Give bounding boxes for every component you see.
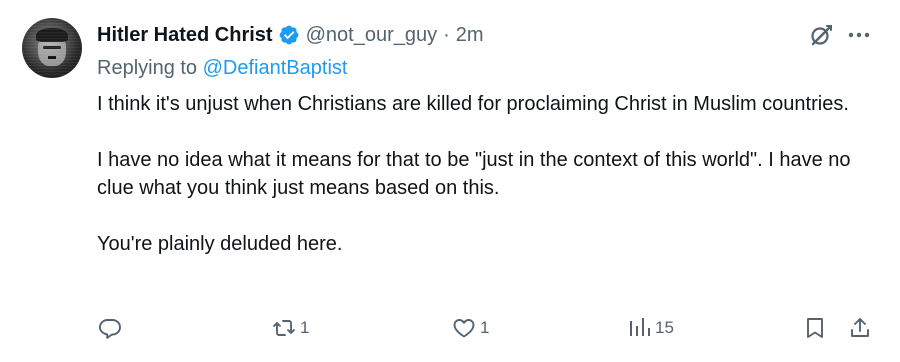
timestamp[interactable]: 2m <box>456 24 484 47</box>
replying-to-label: Replying to <box>97 57 198 79</box>
avatar[interactable] <box>22 18 82 78</box>
author-name[interactable]: Hitler Hated Christ <box>97 24 273 47</box>
grok-icon[interactable] <box>808 22 834 48</box>
action-bar: 1 1 15 <box>0 312 900 344</box>
reply-mention-link[interactable]: @DefiantBaptist <box>203 57 348 79</box>
retweet-count: 1 <box>300 318 310 337</box>
reply-icon <box>99 319 121 339</box>
tweet-paragraph: I have no idea what it means for that to… <box>97 149 851 199</box>
tweet-header: Hitler Hated Christ @not_our_guy · 2m <box>97 22 484 48</box>
replying-to: Replying to @DefiantBaptist <box>97 57 347 80</box>
retweet-icon <box>273 320 295 336</box>
verified-badge-icon <box>279 25 298 45</box>
separator-dot: · <box>443 23 450 46</box>
more-options-icon[interactable] <box>846 22 872 48</box>
tweet-text: I think it's unjust when Christians are … <box>97 90 887 258</box>
reply-button[interactable] <box>98 312 122 344</box>
bookmark-button[interactable] <box>803 312 827 344</box>
views-button[interactable]: 15 <box>627 312 674 344</box>
bookmark-icon <box>807 318 823 338</box>
author-handle[interactable]: @not_our_guy <box>306 24 438 47</box>
like-count: 1 <box>480 318 490 337</box>
retweet-button[interactable]: 1 <box>272 312 309 344</box>
heart-icon <box>453 319 475 338</box>
share-icon <box>851 318 869 337</box>
analytics-icon <box>630 318 650 336</box>
share-button[interactable] <box>848 312 872 344</box>
tweet: Hitler Hated Christ @not_our_guy · 2m Re… <box>0 0 900 362</box>
tweet-paragraph: You're plainly deluded here. <box>97 233 343 255</box>
views-count: 15 <box>655 318 674 337</box>
like-button[interactable]: 1 <box>452 312 489 344</box>
tweet-paragraph: I think it's unjust when Christians are … <box>97 93 849 115</box>
